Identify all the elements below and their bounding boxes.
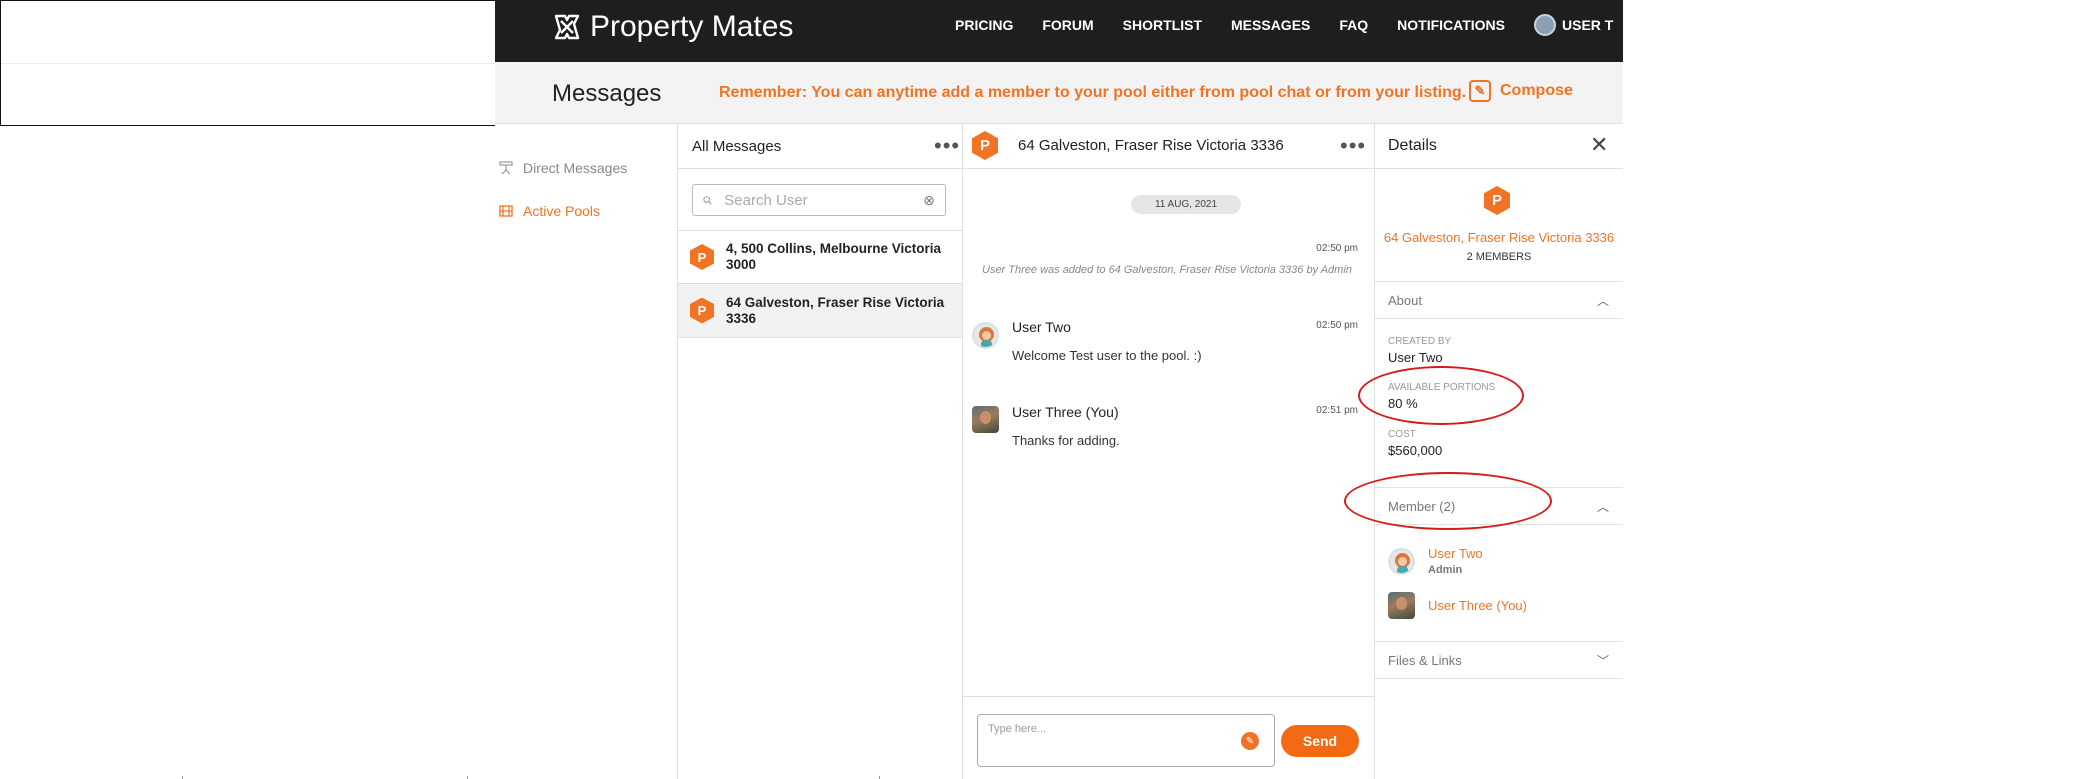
messages-header: Messages Remember: You can anytime add a… bbox=[495, 62, 1623, 124]
sender-avatar bbox=[972, 322, 999, 349]
nav-faq[interactable]: FAQ bbox=[1339, 17, 1368, 33]
inbox-more-icon[interactable]: ••• bbox=[934, 135, 960, 157]
details-pool-avatar-icon: P bbox=[1484, 186, 1510, 215]
details-title: Details bbox=[1388, 137, 1437, 154]
pools-icon bbox=[497, 203, 515, 219]
date-separator: 11 AUG, 2021 bbox=[1131, 195, 1241, 214]
conversation-item-selected[interactable]: P 64 Galveston, Fraser Rise Victoria 333… bbox=[678, 284, 962, 338]
created-by-value: User Two bbox=[1388, 350, 1443, 365]
conversation-item[interactable]: P 4, 500 Collins, Melbourne Victoria 300… bbox=[678, 230, 962, 284]
details-pool-name: 64 Galveston, Fraser Rise Victoria 3336 bbox=[1383, 230, 1615, 245]
nav-forum[interactable]: FORUM bbox=[1042, 17, 1093, 33]
sender-avatar bbox=[972, 406, 999, 433]
blank-panel bbox=[0, 0, 496, 126]
chevron-up-icon: ︿ bbox=[1596, 293, 1609, 308]
chevron-down-icon: ﹀ bbox=[1596, 653, 1609, 668]
nav-shortlist[interactable]: SHORTLIST bbox=[1123, 17, 1202, 33]
member-name[interactable]: User Two bbox=[1428, 546, 1483, 561]
page: Property Mates PRICING FORUM SHORTLIST M… bbox=[0, 0, 2099, 779]
sidebar-item-direct-messages[interactable]: Direct Messages bbox=[497, 160, 627, 176]
compose-label: Compose bbox=[1500, 82, 1573, 99]
message-sender: User Two bbox=[1012, 319, 1071, 335]
annotation-ellipse bbox=[1344, 472, 1552, 530]
message-time: 02:51 pm bbox=[1316, 405, 1358, 416]
message-sender: User Three (You) bbox=[1012, 404, 1119, 420]
search-icon bbox=[703, 195, 712, 205]
system-message: User Three was added to 64 Galveston, Fr… bbox=[982, 264, 1352, 276]
member-avatar bbox=[1388, 548, 1415, 575]
inbox-header: All Messages bbox=[678, 124, 962, 169]
conversation-title: 4, 500 Collins, Melbourne Victoria 3000 bbox=[726, 241, 942, 272]
message-text: Welcome Test user to the pool. :) bbox=[1012, 348, 1202, 363]
conversation-title: 64 Galveston, Fraser Rise Victoria 3336 bbox=[726, 294, 945, 326]
member-name[interactable]: User Three (You) bbox=[1428, 598, 1527, 613]
divider bbox=[677, 124, 678, 779]
cost-label: COST bbox=[1388, 429, 1416, 440]
user-avatar bbox=[1534, 14, 1556, 36]
sidebar-item-active-pools[interactable]: Active Pools bbox=[497, 203, 600, 219]
message-input[interactable] bbox=[988, 723, 1264, 758]
cost-value: $560,000 bbox=[1388, 443, 1443, 458]
nav-messages[interactable]: MESSAGES bbox=[1231, 17, 1310, 33]
search-input[interactable] bbox=[724, 191, 924, 209]
nav-links: PRICING FORUM SHORTLIST MESSAGES FAQ NOT… bbox=[955, 0, 1613, 50]
files-links-section-toggle[interactable]: Files & Links ﹀ bbox=[1374, 641, 1623, 679]
close-icon[interactable]: ✕ bbox=[1590, 134, 1608, 156]
inbox-title: All Messages bbox=[692, 137, 782, 155]
logo-text: Property Mates bbox=[590, 10, 794, 43]
message-input-box bbox=[977, 714, 1275, 767]
attach-icon[interactable]: ✎ bbox=[1241, 732, 1259, 750]
message-time: 02:50 pm bbox=[1316, 320, 1358, 331]
divider bbox=[962, 124, 963, 779]
compose-button[interactable]: ✎ Compose bbox=[1469, 80, 1573, 102]
chevron-up-icon: ︿ bbox=[1596, 499, 1609, 514]
system-message-time: 02:50 pm bbox=[1316, 243, 1358, 254]
top-navbar: Property Mates PRICING FORUM SHORTLIST M… bbox=[495, 0, 1623, 62]
member-avatar bbox=[1388, 592, 1415, 619]
pencil-icon: ✎ bbox=[1469, 80, 1491, 102]
nav-user-menu[interactable]: USER T bbox=[1534, 14, 1613, 36]
search-box: ⊗ bbox=[692, 184, 946, 216]
nav-pricing[interactable]: PRICING bbox=[955, 17, 1013, 33]
about-section-toggle[interactable]: About ︿ bbox=[1374, 281, 1623, 319]
annotation-ellipse bbox=[1358, 366, 1524, 425]
nav-user-label: USER T bbox=[1562, 17, 1614, 33]
clear-search-icon[interactable]: ⊗ bbox=[923, 192, 935, 209]
page-title: Messages bbox=[552, 80, 662, 107]
details-member-count: 2 MEMBERS bbox=[1466, 251, 1532, 263]
sidebar-item-label: Direct Messages bbox=[523, 160, 628, 176]
pool-avatar-icon: P bbox=[690, 244, 714, 270]
created-by-label: CREATED BY bbox=[1388, 336, 1452, 347]
divider bbox=[1374, 124, 1375, 779]
sidebar-item-label: Active Pools bbox=[523, 203, 601, 219]
direct-messages-icon bbox=[497, 160, 515, 176]
about-label: About bbox=[1388, 292, 1422, 308]
pool-avatar-icon: P bbox=[690, 297, 714, 324]
chat-more-icon[interactable]: ••• bbox=[1340, 135, 1366, 157]
send-button[interactable]: Send bbox=[1281, 725, 1359, 757]
reminder-text: Remember: You can anytime add a member t… bbox=[719, 84, 1467, 101]
files-links-label: Files & Links bbox=[1388, 652, 1462, 668]
logo[interactable]: Property Mates bbox=[552, 10, 793, 44]
logo-icon bbox=[554, 14, 580, 40]
chat-title: 64 Galveston, Fraser Rise Victoria 3336 bbox=[1018, 137, 1284, 154]
message-text: Thanks for adding. bbox=[1012, 433, 1120, 448]
member-role: Admin bbox=[1428, 564, 1463, 576]
nav-notifications[interactable]: NOTIFICATIONS bbox=[1397, 17, 1505, 33]
